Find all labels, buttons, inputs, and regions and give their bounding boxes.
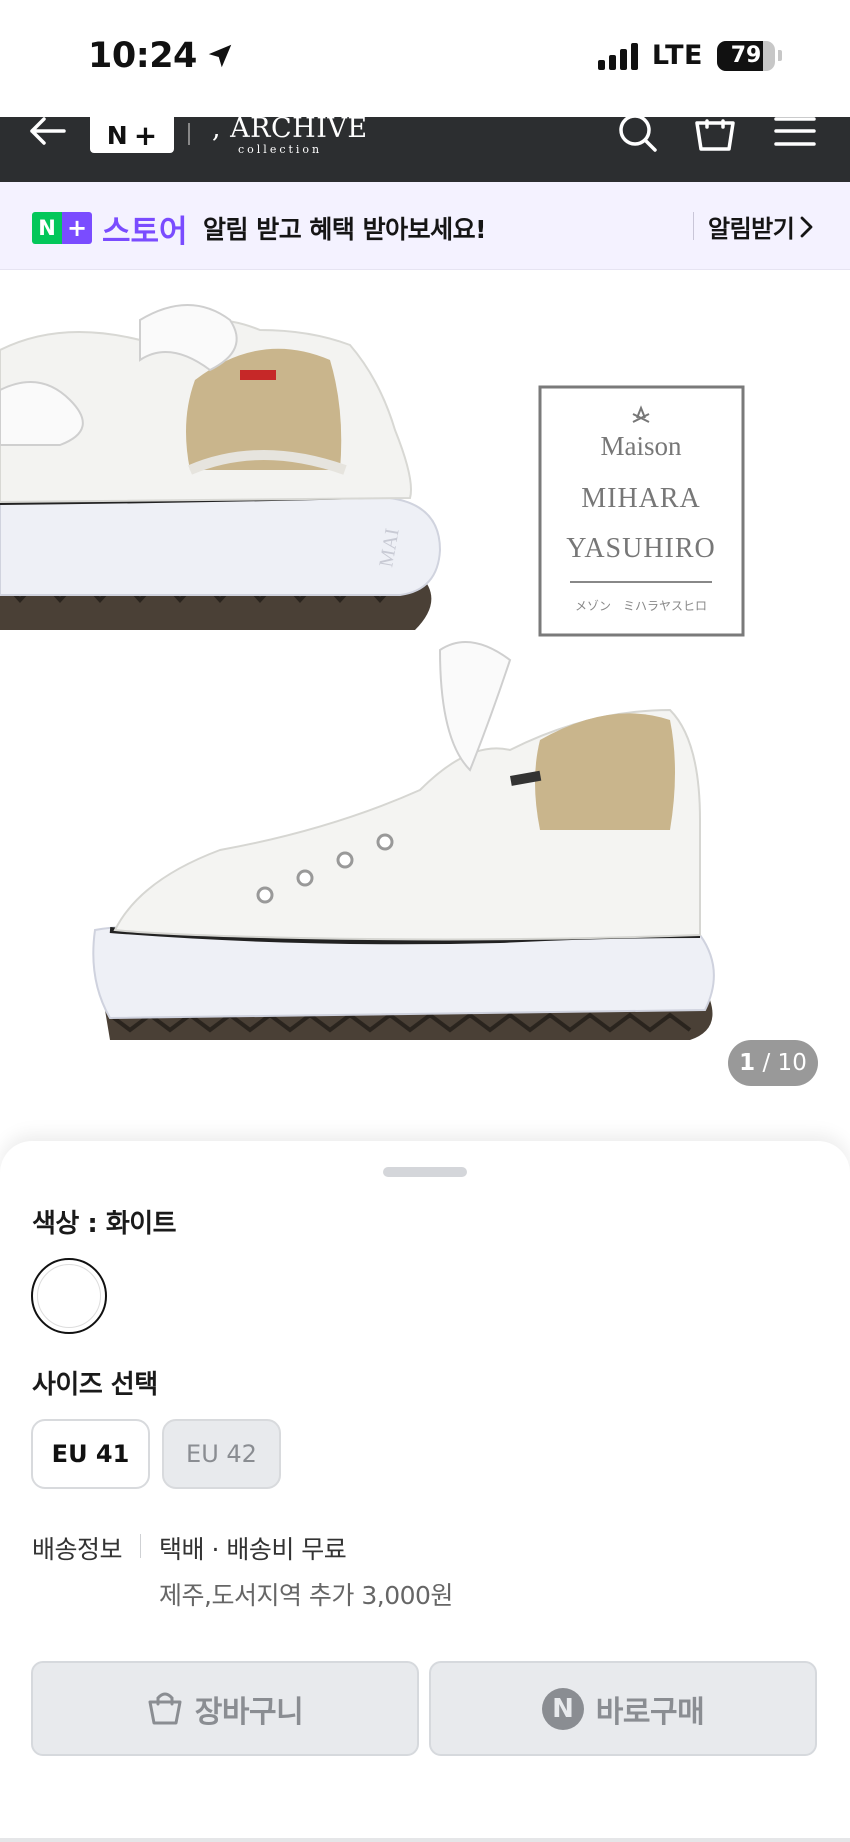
status-time: 10:24: [88, 36, 235, 76]
menu-icon[interactable]: [773, 117, 817, 157]
option-bottom-sheet: 색상 : 화이트 사이즈 선택 EU 41 EU 42 배송정보 택배 · 배송…: [0, 1141, 850, 1842]
image-counter-total: / 10: [762, 1050, 807, 1076]
search-icon[interactable]: [616, 117, 660, 157]
shipping-divider: [140, 1534, 141, 1558]
sheet-drag-handle[interactable]: [383, 1167, 467, 1177]
store-label: 스토어: [102, 214, 188, 250]
product-photo: MAI Maison MIHARA YASUHIRO メゾン ミハラヤスヒロ: [0, 304, 745, 1040]
buy-now-button[interactable]: N 바로구매: [429, 1661, 817, 1756]
location-arrow-icon: [208, 44, 232, 68]
banner-divider: [693, 212, 694, 240]
color-swatch-fill: [37, 1264, 101, 1328]
naver-plus-badge: N +: [32, 212, 92, 244]
logo-n: N: [106, 120, 128, 150]
status-time-text: 10:24: [88, 36, 197, 76]
add-to-cart-label: 장바구니: [194, 1694, 304, 1730]
image-counter: 1 / 10: [728, 1040, 818, 1086]
svg-text:メゾン ミハラヤスヒロ: メゾン ミハラヤスヒロ: [575, 599, 707, 613]
size-option-eu42[interactable]: EU 42: [162, 1419, 281, 1489]
network-label: LTE: [651, 40, 703, 71]
banner-message: 알림 받고 혜택 받아보세요!: [203, 215, 487, 244]
np-badge-plus: +: [62, 212, 92, 244]
naver-plus-logo[interactable]: N +: [90, 117, 174, 153]
size-label: 사이즈 선택: [32, 1370, 158, 1400]
naver-pay-n-icon: N: [541, 1687, 584, 1730]
shipping-extra-fee: 제주,도서지역 추가 3,000원: [159, 1581, 453, 1610]
svg-text:MIHARA: MIHARA: [581, 483, 701, 514]
status-indicators: LTE 79: [597, 40, 782, 71]
back-arrow-icon[interactable]: [28, 117, 68, 151]
brand-logo-box: Maison MIHARA YASUHIRO メゾン ミハラヤスヒロ: [538, 385, 745, 637]
add-to-cart-button[interactable]: 장바구니: [31, 1661, 419, 1756]
color-label: 색상 : 화이트: [32, 1209, 177, 1239]
status-bar: 10:24 LTE 79: [0, 0, 850, 117]
notification-banner[interactable]: N + 스토어 알림 받고 혜택 받아보세요! 알림받기: [0, 182, 850, 270]
logo-plus: +: [133, 118, 158, 152]
image-counter-current: 1: [739, 1050, 756, 1076]
sneaker-bottom-illustration: [92, 641, 715, 1040]
app-header: N + , ARCHIVE collection: [0, 113, 850, 182]
buy-now-label: 바로구매: [595, 1694, 705, 1730]
battery-level: 79: [730, 42, 762, 68]
color-swatch-white[interactable]: [31, 1258, 107, 1334]
shopping-bag-icon: [148, 1692, 182, 1724]
store-brand-name[interactable]: , ARCHIVE: [212, 113, 368, 144]
chevron-right-icon: [800, 216, 813, 237]
bottom-divider: [0, 1838, 850, 1842]
store-brand-sub: collection: [238, 143, 323, 156]
shipping-label: 배송정보: [32, 1535, 123, 1564]
svg-text:YASUHIRO: YASUHIRO: [566, 533, 716, 564]
product-image-carousel[interactable]: MAI Maison MIHARA YASUHIRO メゾン ミハラヤスヒロ: [0, 270, 850, 1140]
notify-button[interactable]: 알림받기: [708, 209, 814, 244]
notify-button-label: 알림받기: [708, 215, 795, 243]
cart-icon[interactable]: [693, 117, 737, 157]
size-option-eu41[interactable]: EU 41: [31, 1419, 150, 1489]
battery-icon: 79: [717, 40, 775, 71]
shipping-value: 택배 · 배송비 무료: [159, 1535, 347, 1564]
signal-icon: [597, 42, 638, 70]
svg-text:Maison: Maison: [601, 431, 683, 461]
logo-divider: [188, 123, 190, 145]
np-badge-n: N: [32, 212, 62, 244]
sneaker-top-illustration: MAI: [0, 304, 442, 630]
